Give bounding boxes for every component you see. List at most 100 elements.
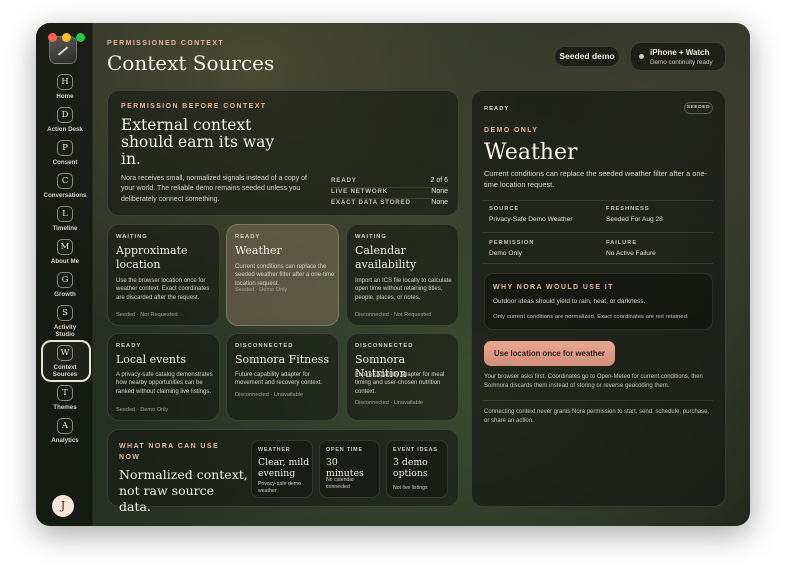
divider — [483, 263, 713, 264]
sidebar-item-label: Activity Studio — [53, 324, 77, 338]
action-desk-icon: D — [57, 107, 73, 123]
source-title: Somnora Fitness — [235, 353, 330, 366]
source-footer: Disconnected · Not Requested — [355, 312, 432, 318]
source-description: Current conditions can replace the seede… — [235, 264, 335, 287]
sidebar-item-label: About Me — [50, 258, 80, 265]
source-description: A privacy-safe catalog demonstrates how … — [116, 372, 213, 395]
usage-eyebrow: WHAT NORA CAN USE NOW — [119, 443, 220, 461]
source-footer: Disconnected · Unavailable — [235, 392, 304, 398]
status-badge: READY — [235, 234, 261, 240]
field-source: SOURCE Privacy-Safe Demo Weather — [489, 206, 573, 223]
page-eyebrow: PERMISSIONED CONTEXT — [107, 40, 225, 47]
sidebar-item-context-sources[interactable]: W Context Sources — [37, 340, 93, 382]
zoom-window-icon[interactable] — [76, 33, 85, 42]
source-card-somnora-nutrition[interactable]: DISCONNECTED Somnora Nutrition Future ca… — [346, 333, 459, 421]
activity-studio-icon: S — [57, 305, 73, 321]
sidebar-item-action-desk[interactable]: D Action Desk — [37, 107, 93, 133]
sidebar-item-activity-studio[interactable]: S Activity Studio — [37, 305, 93, 338]
sidebar-item-themes[interactable]: T Themes — [37, 385, 93, 411]
source-card-calendar-availability[interactable]: WAITING Calendar availability Import an … — [346, 224, 459, 326]
timeline-icon: L — [57, 206, 73, 222]
source-footer: Seeded · Demo Only — [235, 287, 288, 293]
usage-title: Normalized context, not raw source data. — [119, 467, 248, 514]
minimize-window-icon[interactable] — [62, 33, 71, 42]
use-location-button[interactable]: Use location once for weather — [484, 341, 615, 366]
status-badge: WAITING — [116, 234, 148, 240]
field-permission: PERMISSION Demo Only — [489, 240, 535, 257]
sidebar-item-timeline[interactable]: L Timeline — [37, 206, 93, 232]
source-card-somnora-fitness[interactable]: DISCONNECTED Somnora Fitness Future capa… — [226, 333, 339, 421]
device-subtitle: Demo continuity ready — [650, 59, 713, 66]
sidebar-item-label: Timeline — [52, 225, 78, 232]
device-status-button[interactable]: iPhone + Watch Demo continuity ready — [630, 42, 726, 71]
sidebar-item-conversations[interactable]: C Conversations — [37, 173, 93, 199]
conversations-icon: C — [57, 173, 73, 189]
status-badge: READY — [484, 106, 510, 112]
window-controls — [48, 33, 85, 42]
why-eyebrow: WHY NORA WOULD USE IT — [493, 284, 614, 291]
field-freshness: FRESHNESS Seeded For Aug 28 — [606, 206, 663, 223]
why-nora-card: WHY NORA WOULD USE IT Outdoor ideas shou… — [484, 273, 713, 330]
stat-ready: READY 2 of 6 — [331, 177, 448, 184]
sidebar-item-analytics[interactable]: A Analytics — [37, 418, 93, 444]
sidebar-item-label: Home — [56, 93, 74, 100]
device-title: iPhone + Watch — [650, 48, 710, 57]
stat-live-network: LIVE NETWORK None — [331, 188, 448, 195]
source-description: Future capability adapter for meal timin… — [355, 372, 445, 395]
sidebar-item-label: Context Sources — [52, 364, 78, 378]
usage-card-weather: WEATHER Clear, mild evening Privacy-safe… — [251, 440, 313, 498]
source-footer: Seeded · Not Requested — [116, 312, 178, 318]
status-badge: DISCONNECTED — [355, 343, 414, 349]
source-footer: Seeded · Demo Only — [116, 407, 169, 413]
why-reason: Outdoor ideas should yield to rain, heat… — [493, 298, 646, 305]
detail-body: Current conditions can replace the seede… — [484, 169, 708, 189]
usage-card-open-time: OPEN TIME 30 minutes No calendar connect… — [319, 440, 380, 498]
detail-title: Weather — [484, 140, 578, 165]
source-description: Import an ICS file locally to calculate … — [355, 278, 452, 301]
divider — [483, 232, 713, 233]
sidebar-item-growth[interactable]: G Growth — [37, 272, 93, 298]
source-title: Calendar availability — [355, 244, 417, 271]
avatar[interactable]: J — [52, 495, 74, 517]
hero-title: External context should earn its way in. — [121, 116, 275, 168]
usage-card-event-ideas: EVENT IDEAS 3 demo options Not live list… — [386, 440, 448, 498]
analytics-icon: A — [57, 418, 73, 434]
sidebar-item-label: Conversations — [43, 192, 87, 199]
context-sources-icon: W — [57, 345, 73, 361]
growth-icon: G — [57, 272, 73, 288]
privacy-note: Your browser asks first. Coordinates go … — [484, 374, 703, 389]
consent-icon: P — [57, 140, 73, 156]
source-footer: Disconnected · Unavailable — [355, 400, 424, 406]
permission-note: Connecting context never grants Nora per… — [484, 409, 710, 424]
stat-exact-data-stored: EXACT DATA STORED None — [331, 199, 448, 206]
about-me-icon: M — [57, 239, 73, 255]
status-badge: WAITING — [355, 234, 387, 240]
source-card-local-events[interactable]: READY Local events A privacy-safe catalo… — [107, 333, 220, 421]
sidebar-item-label: Themes — [53, 404, 77, 411]
field-failure: FAILURE No Active Failure — [606, 240, 656, 257]
sidebar-item-label: Growth — [54, 291, 76, 298]
source-title: Local events — [116, 353, 187, 366]
sidebar-item-label: Consent — [52, 159, 78, 166]
sidebar-item-home[interactable]: H Home — [37, 74, 93, 100]
divider — [483, 400, 713, 401]
seeded-badge: SEEDED — [684, 102, 713, 114]
hero-body: Nora receives small, normalized signals … — [121, 175, 307, 203]
hero-eyebrow: PERMISSION BEFORE CONTEXT — [121, 103, 267, 110]
source-title: Weather — [235, 244, 282, 257]
why-privacy-note: Only current conditions are normalized. … — [493, 314, 689, 320]
status-badge: DISCONNECTED — [235, 343, 294, 349]
sidebar-item-about-me[interactable]: M About Me — [37, 239, 93, 265]
source-description: Future capability adapter for movement a… — [235, 372, 323, 387]
source-description: Use the browser location once for weathe… — [116, 278, 210, 301]
sidebar-item-consent[interactable]: P Consent — [37, 140, 93, 166]
source-title: Approximate location — [116, 244, 188, 271]
source-card-weather[interactable]: READY Weather Current conditions can rep… — [226, 224, 339, 326]
detail-eyebrow: DEMO ONLY — [484, 127, 539, 134]
sidebar-item-label: Analytics — [51, 437, 79, 444]
seeded-demo-button[interactable]: Seeded demo — [554, 46, 620, 67]
source-card-approximate-location[interactable]: WAITING Approximate location Use the bro… — [107, 224, 220, 326]
themes-icon: T — [57, 385, 73, 401]
close-window-icon[interactable] — [48, 33, 57, 42]
status-dot-icon — [639, 54, 644, 59]
